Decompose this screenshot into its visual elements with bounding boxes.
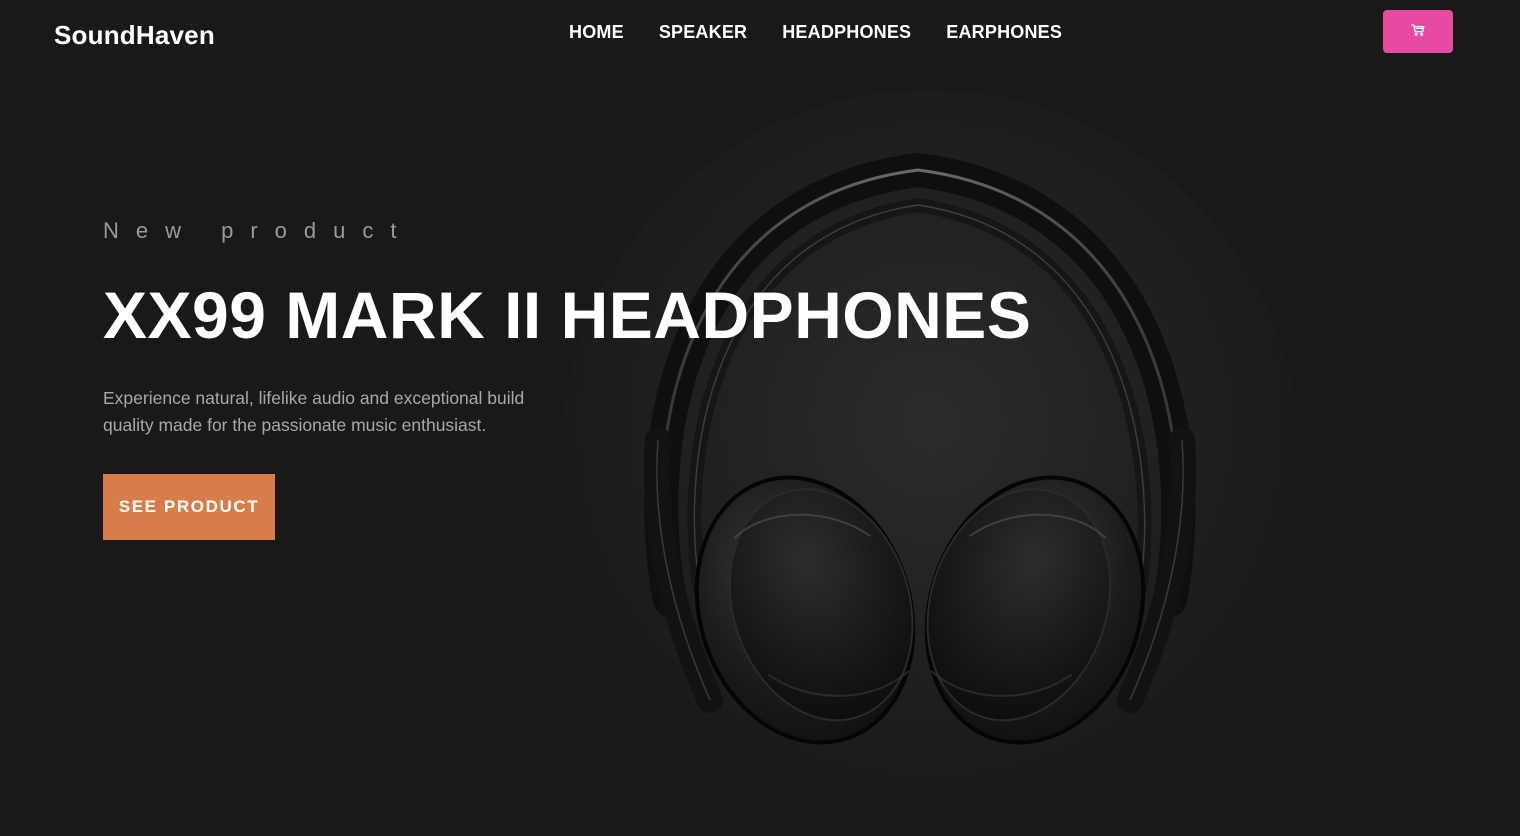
page: SoundHaven HOME SPEAKER HEADPHONES EARPH… xyxy=(0,0,1520,836)
nav-item-home[interactable]: HOME xyxy=(569,22,624,43)
headphones-image xyxy=(643,152,1197,745)
hero-description: Experience natural, lifelike audio and e… xyxy=(103,388,525,435)
site-header: SoundHaven HOME SPEAKER HEADPHONES EARPH… xyxy=(0,0,1520,70)
new-product-label: New product xyxy=(103,218,414,243)
nav-item-speaker[interactable]: SPEAKER xyxy=(659,22,747,43)
brand-logo[interactable]: SoundHaven xyxy=(54,20,215,51)
cart-icon xyxy=(1411,24,1425,39)
main-nav: HOME SPEAKER HEADPHONES EARPHONES xyxy=(569,22,1062,43)
nav-item-earphones[interactable]: EARPHONES xyxy=(946,22,1062,43)
nav-item-headphones[interactable]: HEADPHONES xyxy=(782,22,911,43)
cart-button[interactable] xyxy=(1383,10,1453,53)
see-product-button[interactable]: SEE PRODUCT xyxy=(103,474,275,540)
hero-title: XX99 MARK II HEADPHONES xyxy=(103,278,1032,352)
